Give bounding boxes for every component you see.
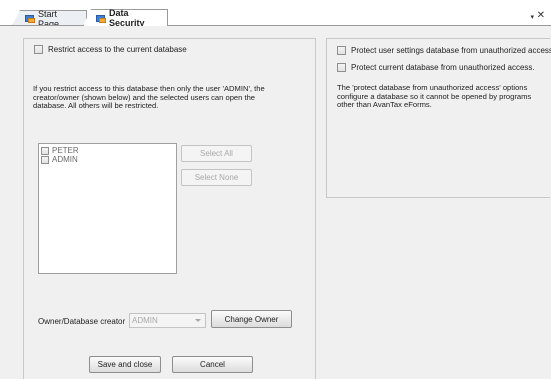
chevron-down-icon	[195, 319, 201, 322]
user-name: ADMIN	[52, 155, 78, 164]
cancel-button[interactable]: Cancel	[172, 356, 253, 373]
user-list[interactable]: PETER ADMIN	[38, 143, 177, 274]
close-icon[interactable]: ✕	[537, 10, 545, 21]
restrict-access-label: Restrict access to the current database	[48, 45, 187, 54]
tab-data-security[interactable]: Data Security	[83, 9, 168, 26]
protect-current-db-label: Protect current database from unauthoriz…	[351, 63, 535, 72]
owner-label: Owner/Database creator	[38, 317, 126, 326]
list-item[interactable]: PETER	[39, 146, 176, 155]
tab-strip: Start Page Data Security ▾ ✕	[0, 0, 551, 26]
user-name: PETER	[52, 146, 79, 155]
protect-user-settings-row[interactable]: Protect user settings database from unau…	[337, 46, 551, 55]
save-and-close-button[interactable]: Save and close	[89, 356, 161, 373]
protect-current-db-checkbox[interactable]	[337, 63, 346, 72]
owner-select[interactable]: ADMIN	[129, 313, 206, 328]
select-all-button[interactable]: Select All	[181, 145, 252, 162]
user-checkbox[interactable]	[41, 155, 49, 164]
page-icon	[96, 14, 106, 23]
list-item[interactable]: ADMIN	[39, 155, 176, 164]
change-owner-button[interactable]: Change Owner	[211, 310, 292, 328]
data-security-content: Restrict access to the current database …	[0, 26, 551, 379]
tab-start-page[interactable]: Start Page	[12, 10, 87, 26]
owner-value: ADMIN	[132, 316, 158, 325]
restrict-access-row[interactable]: Restrict access to the current database	[34, 45, 187, 54]
chevron-down-icon[interactable]: ▾	[530, 13, 534, 21]
restrict-access-checkbox[interactable]	[34, 45, 43, 54]
protect-user-settings-checkbox[interactable]	[337, 46, 346, 55]
protect-current-db-row[interactable]: Protect current database from unauthoriz…	[337, 63, 535, 72]
protect-user-settings-label: Protect user settings database from unau…	[351, 46, 551, 55]
user-checkbox[interactable]	[41, 146, 49, 155]
protect-info-text: The 'protect database from unauthorized …	[337, 83, 532, 110]
select-none-button[interactable]: Select None	[181, 169, 252, 186]
tab-label: Data Security	[109, 8, 145, 28]
page-icon	[25, 14, 35, 23]
restrict-info-text: If you restrict access to this database …	[33, 84, 265, 111]
protect-database-panel	[326, 38, 550, 198]
